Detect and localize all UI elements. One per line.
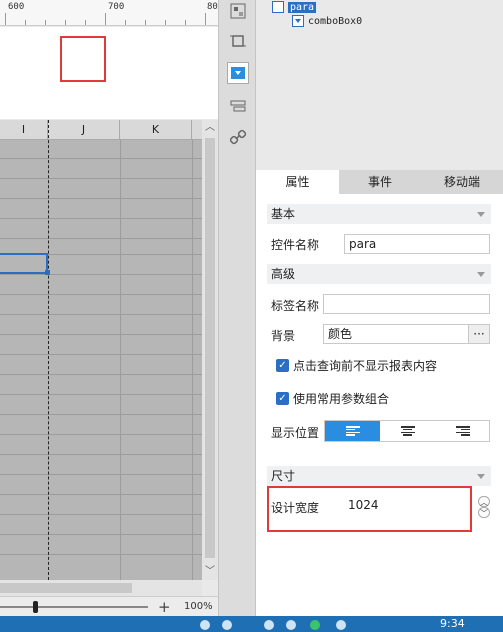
tray-icon[interactable]	[200, 620, 210, 630]
align-left-icon	[345, 426, 360, 436]
combo-icon[interactable]	[227, 62, 249, 84]
tree-item-para[interactable]: para	[272, 0, 317, 14]
zoom-bar: + 100%	[0, 596, 218, 616]
widget-tree: para comboBox0	[256, 0, 503, 168]
tray-icon[interactable]	[264, 620, 274, 630]
taskbar-clock[interactable]: 9:34	[440, 617, 465, 630]
tab-mobile[interactable]: 移动端	[421, 170, 503, 194]
control-name-label: 控件名称	[271, 238, 320, 252]
column-header-row: I J K	[0, 120, 218, 140]
frame-icon[interactable]	[227, 30, 249, 52]
selected-cell[interactable]	[0, 253, 48, 274]
background-label: 背景	[271, 329, 296, 343]
tray-icon[interactable]	[286, 620, 296, 630]
zoom-slider-track[interactable]	[0, 606, 148, 608]
no-report-before-query-checkbox[interactable]: ✓	[276, 359, 289, 372]
align-right-icon	[455, 426, 470, 436]
tray-icon[interactable]	[222, 620, 232, 630]
tree-item-combobox-label: comboBox0	[308, 15, 363, 27]
align-center-icon	[400, 426, 415, 436]
tree-item-combobox[interactable]: comboBox0	[292, 14, 362, 28]
no-report-before-query-label: 点击查询前不显示报表内容	[293, 359, 438, 373]
scroll-down-icon[interactable]: ﹀	[202, 564, 218, 580]
chevron-down-icon	[477, 212, 485, 217]
use-param-templates-label: 使用常用参数组合	[293, 392, 390, 406]
background-field[interactable]: 颜色	[323, 324, 468, 344]
ruler-label-700: 700	[108, 2, 125, 12]
tray-icon[interactable]	[310, 620, 320, 630]
section-basic-label: 基本	[271, 207, 296, 221]
property-tabs: 属性 事件 移动端	[256, 170, 503, 194]
taskbar	[0, 616, 503, 632]
design-width-highlight	[267, 486, 472, 532]
section-advanced[interactable]: 高级	[267, 264, 491, 284]
align-right-button[interactable]	[435, 421, 490, 441]
section-size-label: 尺寸	[271, 469, 296, 483]
background-more-button[interactable]: ···	[468, 324, 490, 344]
use-param-templates-checkbox[interactable]: ✓	[276, 392, 289, 405]
column-header-i[interactable]: I	[0, 120, 48, 140]
align-center-button[interactable]	[380, 421, 435, 441]
parameter-canvas[interactable]	[0, 27, 218, 119]
control-name-field[interactable]: para	[344, 234, 490, 254]
ruler-label-800: 80	[207, 2, 218, 12]
horizontal-scroll-thumb[interactable]	[0, 583, 132, 593]
vertical-scrollbar[interactable]: ︿ ﹀	[202, 120, 218, 580]
fill-handle[interactable]	[45, 270, 50, 275]
design-width-stepper[interactable]: ︿ ﹀	[478, 496, 490, 518]
combobox-widget-selection[interactable]	[60, 36, 106, 82]
ruler-label-600: 600	[8, 2, 25, 12]
section-size[interactable]: 尺寸	[267, 466, 491, 486]
alignment-group	[324, 420, 490, 442]
tray-icon[interactable]	[336, 620, 346, 630]
align-left-button[interactable]	[325, 421, 380, 441]
vertical-scroll-thumb[interactable]	[205, 138, 215, 558]
tree-item-para-label: para	[288, 1, 317, 13]
zoom-in-button[interactable]: +	[158, 598, 171, 616]
tab-events[interactable]: 事件	[339, 170, 421, 194]
page-break-line	[48, 120, 49, 580]
display-position-label: 显示位置	[271, 426, 320, 440]
widget-toolbar	[218, 0, 256, 616]
column-header-j[interactable]: J	[48, 120, 120, 140]
tag-name-field[interactable]	[323, 294, 490, 314]
horizontal-ruler: 600 700 80	[0, 0, 218, 26]
chevron-down-icon	[477, 272, 485, 277]
horizontal-scrollbar[interactable]	[0, 580, 202, 596]
layer-icon[interactable]	[227, 94, 249, 116]
chevron-down-icon	[477, 474, 485, 479]
tab-properties[interactable]: 属性	[256, 170, 339, 194]
parameter-pane-icon	[272, 1, 284, 13]
link-icon[interactable]	[227, 126, 249, 148]
report-grid[interactable]	[0, 140, 202, 580]
combobox-icon	[292, 15, 304, 27]
column-header-k[interactable]: K	[120, 120, 192, 140]
section-basic[interactable]: 基本	[267, 204, 491, 224]
section-advanced-label: 高级	[271, 267, 296, 281]
zoom-level: 100%	[184, 601, 213, 612]
scroll-up-icon[interactable]: ︿	[202, 120, 218, 136]
tag-name-label: 标签名称	[271, 299, 320, 313]
stepper-up-icon[interactable]: ︿	[478, 496, 490, 507]
widget-icon[interactable]	[227, 0, 249, 22]
stepper-down-icon[interactable]: ﹀	[478, 507, 490, 518]
zoom-slider-knob[interactable]	[33, 601, 38, 613]
